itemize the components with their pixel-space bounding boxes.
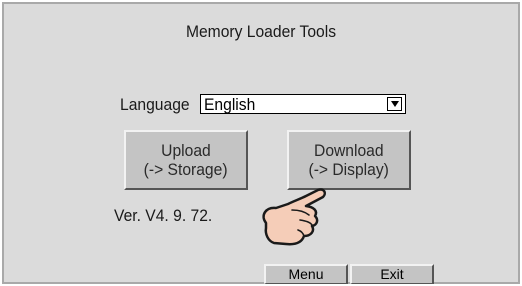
language-label: Language bbox=[120, 95, 190, 114]
dropdown-arrow-icon[interactable] bbox=[387, 97, 402, 111]
download-button-sublabel: (-> Display) bbox=[308, 160, 390, 179]
upload-button-label: Upload bbox=[161, 141, 211, 160]
language-value: English bbox=[204, 95, 256, 114]
menu-button[interactable]: Menu bbox=[264, 264, 348, 284]
exit-button[interactable]: Exit bbox=[350, 264, 434, 284]
download-button-label: Download bbox=[314, 141, 384, 160]
upload-button-sublabel: (-> Storage) bbox=[144, 160, 228, 179]
download-button[interactable]: Download (-> Display) bbox=[287, 130, 411, 190]
upload-button[interactable]: Upload (-> Storage) bbox=[124, 130, 248, 190]
language-select[interactable]: English bbox=[200, 94, 406, 114]
page-title: Memory Loader Tools bbox=[185, 22, 337, 41]
memory-loader-screen: Memory Loader Tools Language English bbox=[2, 2, 520, 284]
version-text: Ver. V4. 9. 72. bbox=[114, 206, 213, 225]
